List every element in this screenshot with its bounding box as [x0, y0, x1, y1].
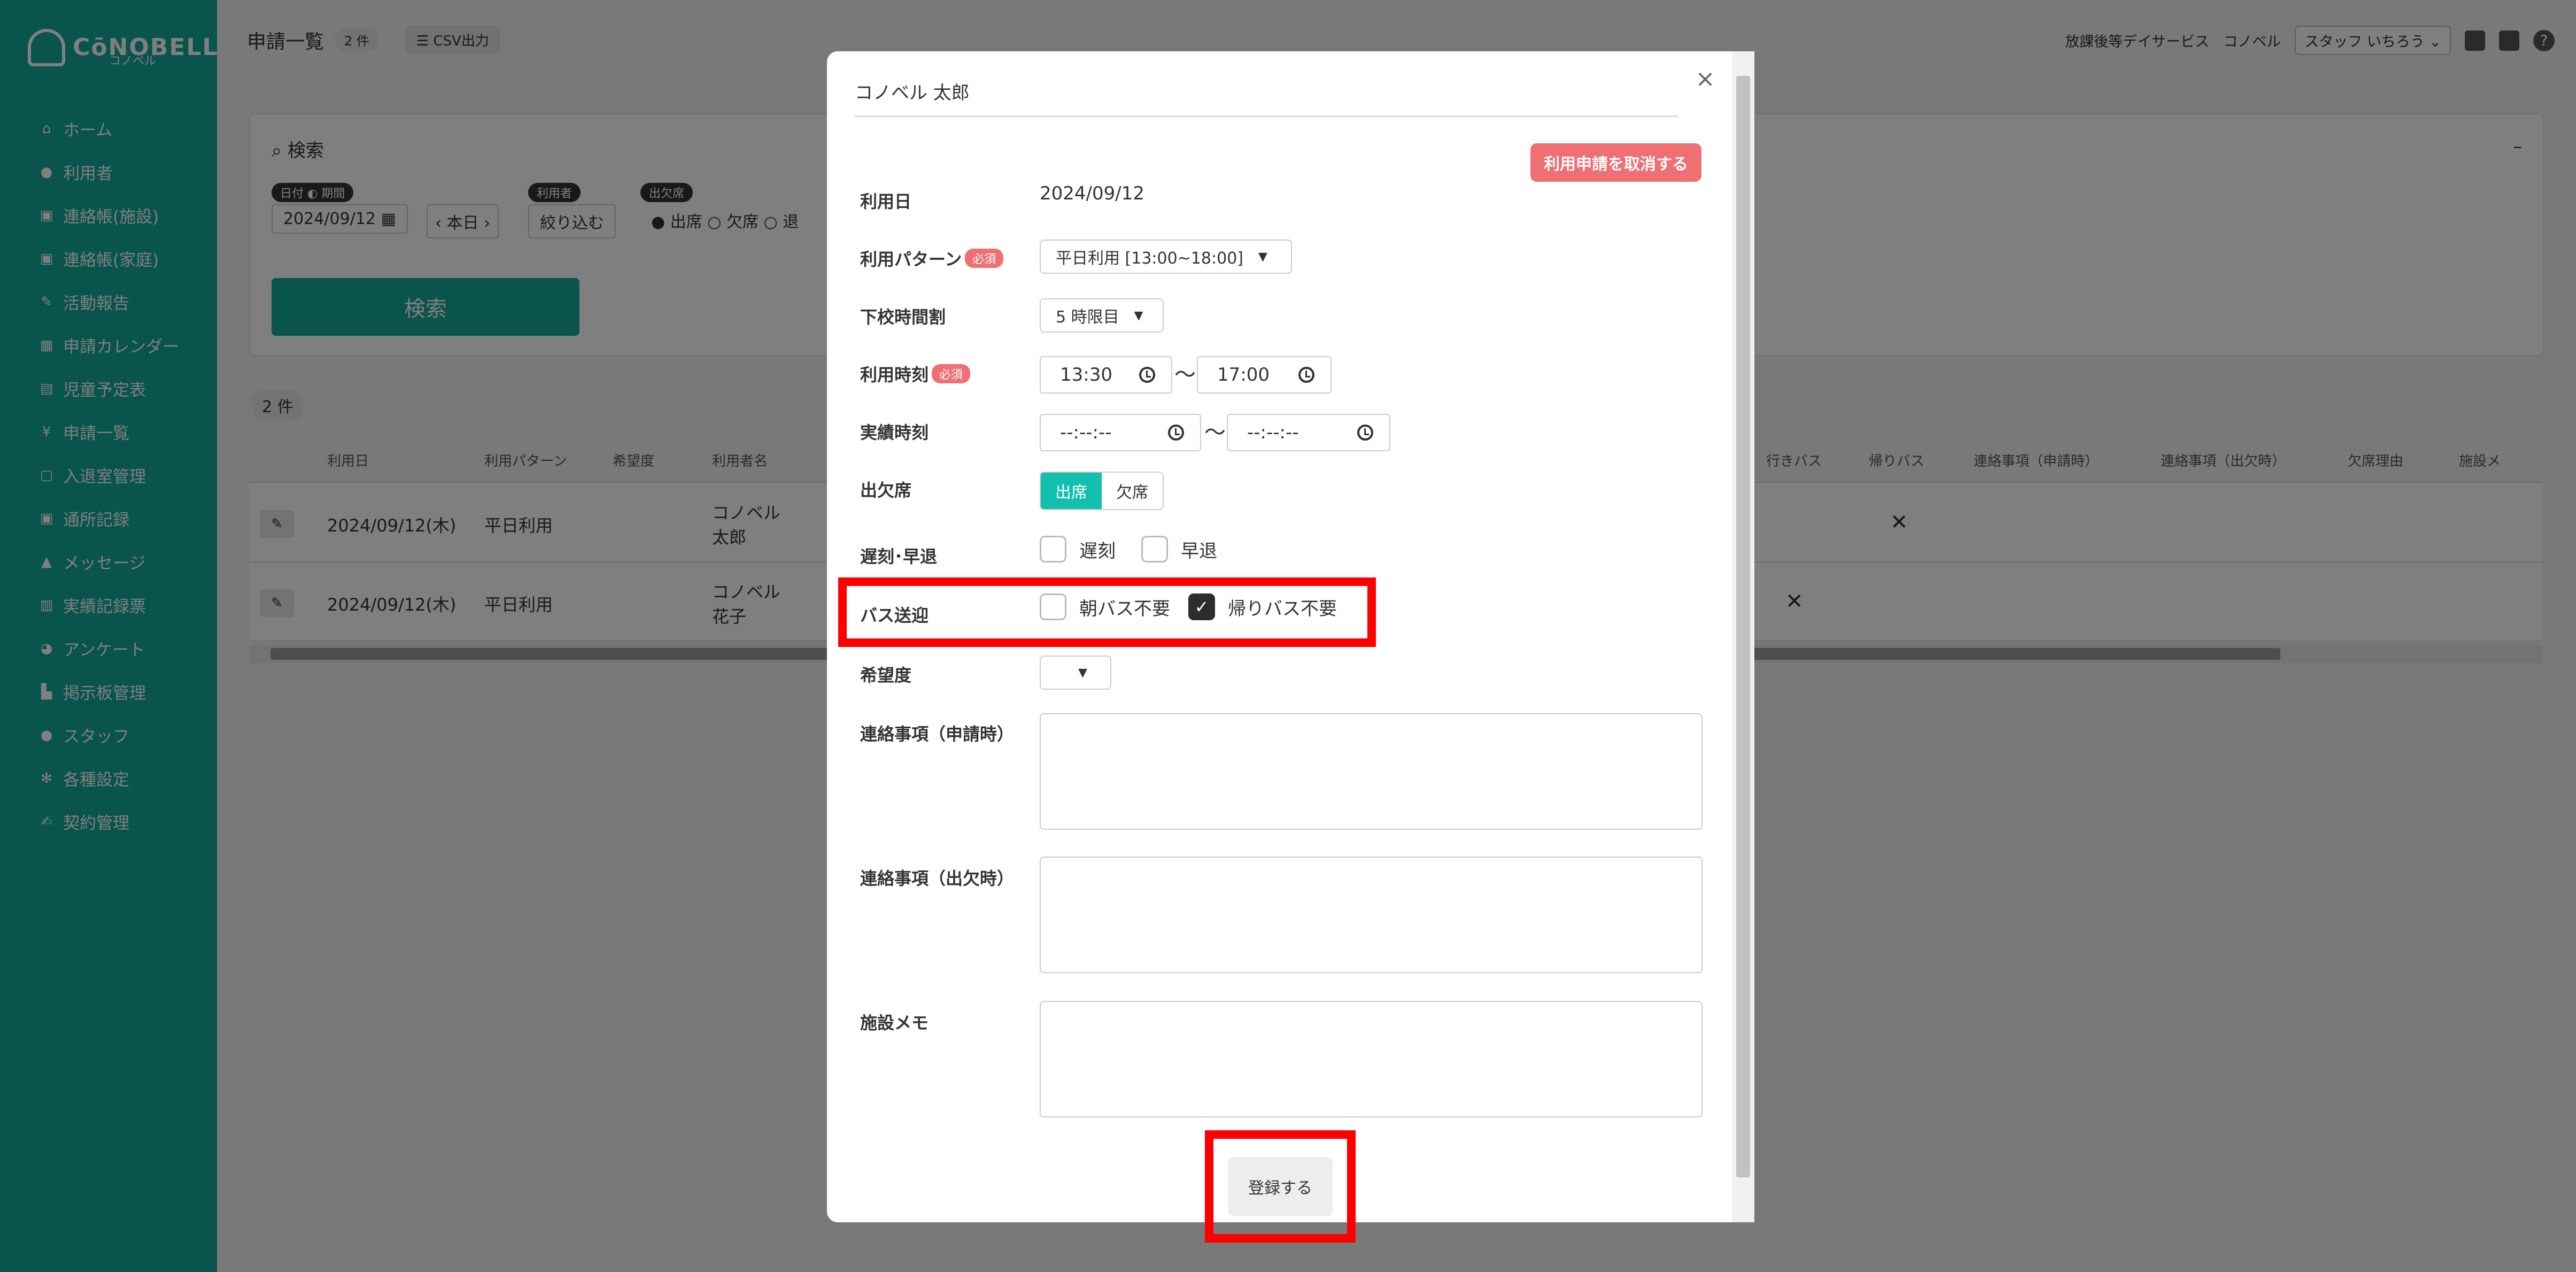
attendance-present-option[interactable]: 出席	[1041, 473, 1102, 509]
time-label-text: 利用時刻	[860, 365, 929, 385]
pattern-label-text: 利用パターン	[860, 249, 962, 269]
memo-textarea[interactable]	[1040, 1001, 1703, 1117]
note-attend-textarea[interactable]	[1040, 857, 1703, 973]
actual-start-input[interactable]: --:--:--	[1040, 414, 1201, 451]
caret-down-icon: ▼	[1134, 309, 1143, 322]
pattern-label: 利用パターン 必須	[860, 246, 1004, 271]
clock-icon	[1139, 367, 1155, 383]
date-label: 利用日	[860, 191, 912, 212]
highlight-bus-row	[838, 577, 1376, 647]
note-attend-label: 連絡事項（出欠時）	[860, 868, 1015, 889]
clock-icon	[1298, 367, 1314, 383]
school-period-select[interactable]: 5 時限目 ▼	[1040, 298, 1164, 333]
school-period-value: 5 時限目	[1056, 308, 1119, 327]
late-label: 遅刻	[1079, 540, 1116, 562]
scrollbar-thumb[interactable]	[1736, 76, 1750, 1177]
start-time-input[interactable]: 13:30	[1040, 356, 1172, 394]
clock-icon	[1357, 425, 1373, 441]
pattern-select[interactable]: 平日利用 [13:00~18:00] ▼	[1040, 240, 1292, 274]
attendance-toggle: 出席 欠席	[1040, 472, 1164, 510]
actual-end-input[interactable]: --:--:--	[1227, 414, 1390, 451]
caret-down-icon: ▼	[1078, 666, 1087, 680]
end-time-value: 17:00	[1217, 364, 1270, 386]
actual-end-value: --:--:--	[1247, 422, 1299, 443]
time-label: 利用時刻 必須	[860, 361, 971, 386]
modal-title: コノベル 太郎	[855, 78, 1678, 117]
late-checkbox[interactable]: 遅刻	[1040, 536, 1116, 562]
note-apply-label: 連絡事項（申請時）	[860, 724, 1015, 744]
range-separator: 〜	[1174, 363, 1196, 387]
early-checkbox[interactable]: 早退	[1141, 536, 1217, 562]
required-badge: 必須	[965, 249, 1004, 268]
date-value: 2024/09/12	[1040, 183, 1144, 204]
memo-label: 施設メモ	[860, 1013, 929, 1033]
highlight-submit-button	[1205, 1130, 1356, 1243]
modal-scrollbar[interactable]	[1732, 51, 1754, 1222]
required-badge: 必須	[932, 364, 971, 383]
attendance-label: 出欠席	[860, 480, 912, 500]
range-separator: 〜	[1204, 420, 1226, 445]
wish-select[interactable]: ▼	[1040, 656, 1111, 690]
cancel-application-button[interactable]: 利用申請を取消する	[1530, 143, 1701, 182]
checkbox-box[interactable]	[1040, 536, 1066, 562]
close-icon[interactable]: ×	[1692, 65, 1719, 92]
actual-start-value: --:--:--	[1060, 422, 1112, 443]
early-label: 早退	[1181, 540, 1217, 562]
clock-icon	[1168, 425, 1184, 441]
end-time-input[interactable]: 17:00	[1197, 356, 1332, 394]
caret-down-icon: ▼	[1258, 250, 1267, 264]
checkbox-box[interactable]	[1141, 536, 1168, 562]
note-apply-textarea[interactable]	[1040, 713, 1703, 830]
pattern-select-value: 平日利用 [13:00~18:00]	[1056, 249, 1243, 268]
wish-label: 希望度	[860, 665, 912, 685]
school-period-label: 下校時間割	[860, 307, 946, 327]
attendance-absent-option[interactable]: 欠席	[1102, 473, 1163, 509]
actual-time-label: 実績時刻	[860, 422, 929, 443]
start-time-value: 13:30	[1060, 364, 1112, 386]
late-early-label: 遅刻･早退	[860, 546, 938, 567]
